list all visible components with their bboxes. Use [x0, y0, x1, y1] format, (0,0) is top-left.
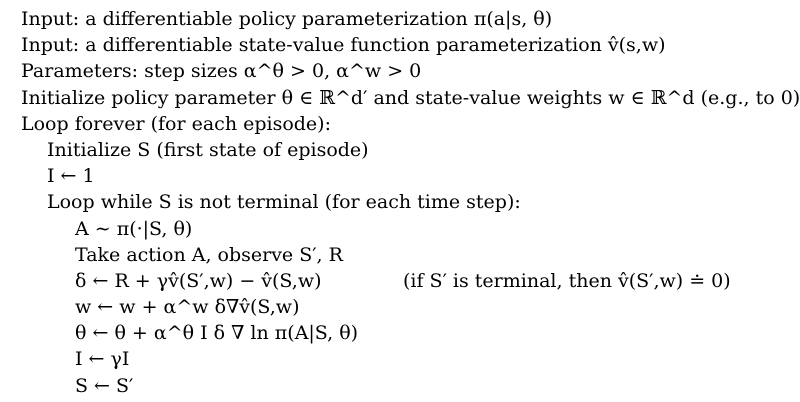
algo-line-12-text: w ← w + α^w δ∇v̂(S,w) — [75, 296, 300, 319]
algorithm-block: Input: a differentiable policy parameter… — [21, 6, 800, 399]
algo-line-4-text: Initialize policy parameter θ ∈ ℝ^d′ and… — [21, 86, 800, 109]
algo-line-11: δ ← R + γv̂(S′,w) − v̂(S,w) (if S′ is te… — [21, 268, 791, 294]
algo-line-5: Loop forever (for each episode): — [21, 111, 791, 137]
algo-line-15-text: S ← S′ — [75, 374, 134, 397]
algo-line-14: I ← γI — [21, 346, 791, 372]
algo-line-3: Parameters: step sizes α^θ > 0, α^w > 0 — [21, 58, 791, 84]
algo-line-12: w ← w + α^w δ∇v̂(S,w) — [21, 294, 791, 320]
algo-line-8: Loop while S is not terminal (for each t… — [21, 189, 791, 215]
algo-line-6-text: Initialize S (first state of episode) — [47, 138, 369, 161]
algo-line-11-comment: (if S′ is terminal, then v̂(S′,w) ≐ 0) — [403, 269, 731, 292]
algo-line-1-text: Input: a differentiable policy parameter… — [21, 8, 553, 30]
algo-line-13: θ ← θ + α^θ I δ ∇ ln π(A|S, θ) — [21, 320, 791, 346]
algo-line-3-text: Parameters: step sizes α^θ > 0, α^w > 0 — [21, 60, 422, 83]
algo-line-10: Take action A, observe S′, R — [21, 242, 791, 268]
algo-line-2: Input: a differentiable state-value func… — [21, 32, 791, 58]
algo-line-2-text: Input: a differentiable state-value func… — [21, 34, 666, 57]
algo-line-11-text: δ ← R + γv̂(S′,w) − v̂(S,w) — [75, 269, 322, 292]
algo-line-7: I ← 1 — [21, 163, 791, 189]
algo-line-5-text: Loop forever (for each episode): — [21, 112, 331, 135]
algo-line-8-text: Loop while S is not terminal (for each t… — [47, 191, 521, 214]
algo-line-7-text: I ← 1 — [47, 165, 95, 188]
algo-line-13-text: θ ← θ + α^θ I δ ∇ ln π(A|S, θ) — [75, 322, 359, 345]
algo-line-14-text: I ← γI — [75, 348, 130, 371]
algo-line-10-text: Take action A, observe S′, R — [75, 243, 343, 266]
algo-line-9-text: A ∼ π(·|S, θ) — [75, 217, 193, 240]
algo-line-15: S ← S′ — [21, 373, 791, 399]
algo-line-4: Initialize policy parameter θ ∈ ℝ^d′ and… — [21, 85, 800, 111]
algo-line-6: Initialize S (first state of episode) — [21, 137, 791, 163]
algo-line-9: A ∼ π(·|S, θ) — [21, 216, 791, 242]
algo-line-1: Input: a differentiable policy parameter… — [21, 6, 791, 32]
